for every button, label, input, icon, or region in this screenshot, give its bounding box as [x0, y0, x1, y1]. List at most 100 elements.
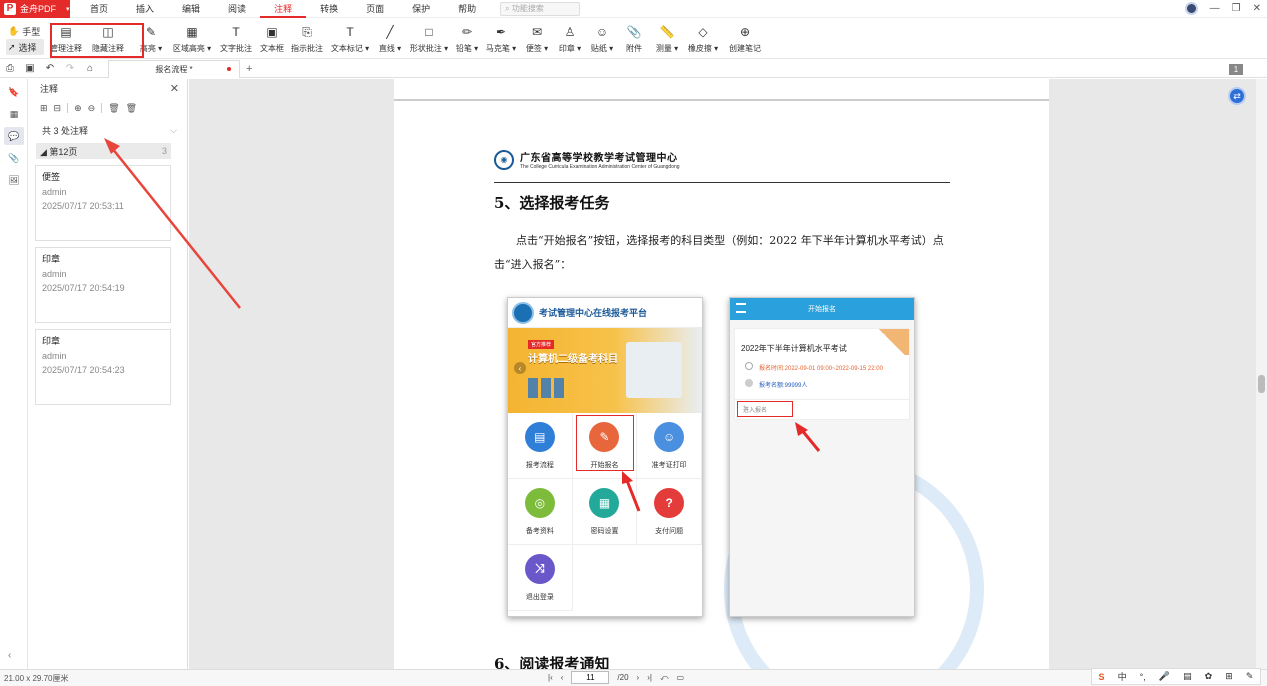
tool-marker-button[interactable]: ✒ 马克笔 ▾: [482, 19, 520, 59]
export-icon[interactable]: ⊖: [88, 103, 96, 114]
tool-label: 直线 ▾: [378, 44, 402, 53]
menu-tab-6[interactable]: 页面: [352, 0, 398, 18]
close-icon[interactable]: ✕: [170, 82, 179, 95]
page-number-input[interactable]: [571, 671, 610, 684]
hand-mode-button[interactable]: ✋ 手型: [8, 23, 44, 39]
menu-tab-4[interactable]: 注释: [260, 0, 307, 18]
new-tab-icon[interactable]: +: [246, 63, 252, 75]
minimize-icon[interactable]: —: [1210, 3, 1220, 14]
tool-create-note-button[interactable]: ⊕ 创建笔记: [722, 19, 768, 59]
panel-title: 注释: [40, 83, 59, 94]
tool-textbox-button[interactable]: ▣ 文本框: [256, 19, 288, 59]
delete-all-icon[interactable]: 🗑: [126, 103, 137, 114]
delete-icon[interactable]: 🗑: [108, 103, 119, 114]
fit-page-icon[interactable]: ⤺: [660, 673, 669, 683]
menu-tab-7[interactable]: 保护: [398, 0, 444, 18]
hand-icon: ✋: [8, 25, 20, 36]
expand-all-icon[interactable]: ⊞: [40, 103, 48, 114]
last-page-icon[interactable]: ›|: [647, 673, 652, 682]
feature-search-input[interactable]: ⌕ 功能搜索: [500, 1, 581, 16]
tool-sticky-note-button[interactable]: ✉ 便签 ▾: [520, 19, 554, 59]
annotation-time: 2025/07/17 20:54:19: [42, 283, 125, 293]
tool-shape-button[interactable]: □ 形状批注 ▾: [406, 19, 452, 59]
eraser-icon: ◇: [698, 25, 708, 39]
app-name: 金舟PDF: [20, 4, 57, 14]
ime-item[interactable]: ✿: [1205, 671, 1213, 682]
red-highlight-box: [50, 23, 144, 58]
avatar[interactable]: [1184, 2, 1198, 15]
doc-arrows: [622, 422, 821, 512]
menu-tab-8[interactable]: 帮助: [444, 0, 490, 18]
stamp-icon: ♙: [564, 25, 576, 39]
area-highlight-icon: ▦: [186, 25, 198, 39]
save-icon[interactable]: ▣: [20, 63, 40, 74]
image-panel-icon[interactable]: 🖼: [4, 171, 24, 189]
ime-item[interactable]: 🎤: [1159, 671, 1170, 682]
tool-label: 附件: [626, 44, 642, 53]
tool-measure-button[interactable]: 📏 测量 ▾: [650, 19, 684, 59]
menu-tab-2[interactable]: 编辑: [168, 0, 214, 18]
translate-float-button[interactable]: ⇄: [1228, 87, 1246, 105]
select-mode-button[interactable]: ➚ 选择: [6, 39, 44, 55]
ime-item[interactable]: S: [1099, 672, 1105, 682]
menu-tab-1[interactable]: 插入: [122, 0, 168, 18]
thumbnail-icon[interactable]: ▦: [4, 105, 24, 123]
tool-callout-button[interactable]: ⎘ 指示批注: [288, 19, 326, 59]
ime-toolbar: S 中 °, 🎤 ▤ ✿ ⊞ ✎: [1091, 668, 1261, 685]
menu-tab-5[interactable]: 转换: [306, 0, 352, 18]
fit-width-icon[interactable]: ▭: [677, 673, 685, 682]
left-icon-strip: 🔖 ▦ 💬 📎 🖼 ‹: [0, 79, 28, 669]
annotation-panel-icon[interactable]: 💬: [4, 127, 24, 145]
tool-text-mark-button[interactable]: T 文本标记 ▾: [326, 19, 374, 59]
print-icon[interactable]: ⎙: [0, 63, 20, 74]
tool-attachment-button[interactable]: 📎 附件: [618, 19, 650, 59]
tool-line-button[interactable]: ╱ 直线 ▾: [374, 19, 406, 59]
collapse-all-icon[interactable]: ⊟: [54, 103, 62, 114]
scroll-thumb[interactable]: [1258, 375, 1265, 393]
tool-stamp-button[interactable]: ♙ 印章 ▾: [554, 19, 586, 59]
tool-pencil-button[interactable]: ✏ 铅笔 ▾: [452, 19, 482, 59]
annotation-total: 共 3 处注释 ⌵: [42, 124, 177, 136]
menu-tab-3[interactable]: 阅读: [214, 0, 260, 18]
tool-label: 贴纸 ▾: [590, 44, 614, 53]
menu-tab-0[interactable]: 首页: [76, 0, 122, 18]
ime-item[interactable]: ⊞: [1225, 671, 1233, 682]
tool-sticker-button[interactable]: ☺ 贴纸 ▾: [586, 19, 618, 59]
collapse-icon[interactable]: ‹: [8, 650, 11, 661]
tool-label: 文本框: [260, 44, 284, 53]
annotation-ribbon: ✋ 手型 ➚ 选择 ▤ 管理注释 ◫ 隐藏注释 ✎ 高亮 ▾ ▦ 区域高亮 ▾ T 文字批注 ▣ 文本框 ⎘…: [0, 19, 1267, 59]
attachment-panel-icon[interactable]: 📎: [4, 149, 24, 167]
ime-item[interactable]: ▤: [1183, 671, 1192, 682]
tool-area-highlight-button[interactable]: ▦ 区域高亮 ▾: [168, 19, 216, 59]
page-count-badge: 1: [1229, 64, 1243, 75]
annotation-type: 印章: [42, 336, 61, 346]
vertical-scrollbar[interactable]: [1256, 79, 1267, 669]
import-icon[interactable]: ⊕: [74, 103, 82, 114]
tool-label: 马克笔 ▾: [485, 44, 517, 53]
annotation-card[interactable]: 印章 admin 2025/07/17 20:54:23: [35, 329, 171, 405]
search-icon: ⌕: [505, 3, 512, 13]
page-dimensions: 21.00 x 29.70厘米: [4, 674, 69, 683]
restore-icon[interactable]: ❐: [1232, 3, 1241, 14]
undo-icon[interactable]: ↶: [40, 63, 60, 74]
redo-icon[interactable]: ↷: [60, 63, 80, 74]
annotation-card[interactable]: 印章 admin 2025/07/17 20:54:19: [35, 247, 171, 323]
app-menu-button[interactable]: P 金舟PDF ▾: [0, 0, 70, 18]
next-page-icon[interactable]: ›: [637, 673, 640, 682]
close-icon[interactable]: ✕: [1253, 3, 1261, 14]
bookmark-icon[interactable]: 🔖: [4, 83, 24, 101]
page-group-header[interactable]: ◢ 第12页 3: [36, 143, 171, 159]
home-icon[interactable]: ⌂: [80, 63, 100, 74]
tool-text-annotation-button[interactable]: T 文字批注: [216, 19, 256, 59]
filter-icon[interactable]: ⌵: [170, 125, 177, 136]
tool-label: 创建笔记: [729, 44, 761, 53]
ime-item[interactable]: 中: [1118, 670, 1127, 683]
ime-item[interactable]: °,: [1140, 672, 1146, 682]
prev-page-icon[interactable]: ‹: [561, 673, 564, 682]
tool-eraser-button[interactable]: ◇ 橡皮擦 ▾: [684, 19, 722, 59]
document-tab[interactable]: 报名流程 *: [108, 59, 240, 78]
annotation-card[interactable]: 便签 admin 2025/07/17 20:53:11: [35, 165, 171, 241]
first-page-icon[interactable]: |‹: [548, 673, 553, 682]
ime-item[interactable]: ✎: [1246, 671, 1254, 682]
tool-label: 形状批注 ▾: [409, 44, 449, 53]
